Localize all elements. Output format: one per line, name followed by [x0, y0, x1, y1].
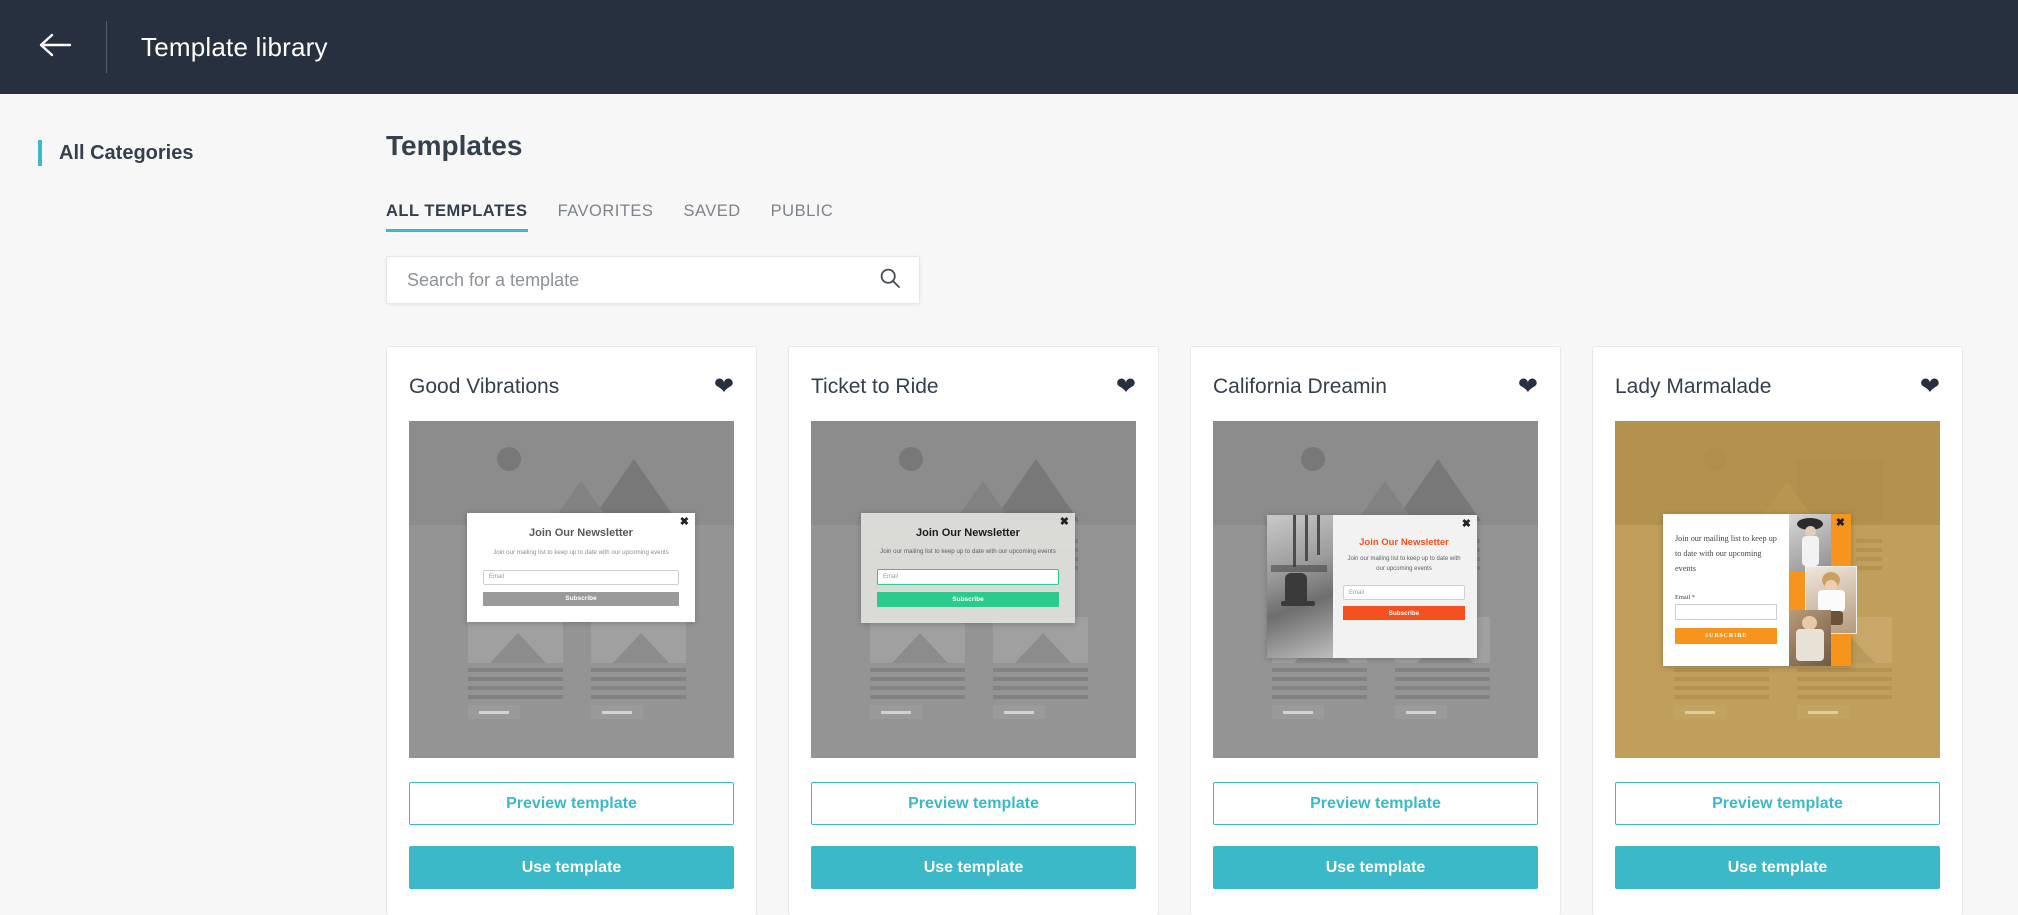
template-thumbnail: ✖ Join Our Newsletter Join our mailing l…	[1213, 421, 1538, 758]
card-title: Lady Marmalade	[1615, 375, 1772, 398]
page-title: Templates	[386, 130, 523, 161]
sidebar-item-all-categories[interactable]: All Categories	[0, 136, 386, 170]
newsletter-popup-preview: ✖ Join Our Newsletter Join our mailing l…	[467, 513, 695, 622]
preview-template-button[interactable]: Preview template	[1213, 782, 1538, 825]
template-card[interactable]: California Dreamin ❤ ✖ Join Our Newslett…	[1190, 346, 1561, 915]
newsletter-popup-preview: ✖ Join Our Newsletter Join our mailing l…	[1267, 515, 1477, 658]
popup-heading: Join Our Newsletter	[529, 527, 633, 539]
template-tabs: ALL TEMPLATES FAVORITES SAVED PUBLIC	[386, 202, 2018, 232]
tab-saved[interactable]: SAVED	[683, 202, 740, 232]
template-thumbnail: ✖ Join Our Newsletter Join our mailing l…	[811, 421, 1136, 758]
template-thumbnail: Join our mailing list to keep up to date…	[1615, 421, 1940, 758]
use-template-button[interactable]: Use template	[1615, 846, 1940, 889]
app-title: Template library	[141, 31, 328, 62]
card-header: California Dreamin ❤	[1213, 365, 1538, 409]
popup-email-placeholder: Email	[883, 573, 899, 580]
popup-email-label: Email *	[1675, 593, 1696, 601]
tab-all-templates[interactable]: ALL TEMPLATES	[386, 202, 528, 232]
card-title: Ticket to Ride	[811, 375, 939, 398]
card-header: Ticket to Ride ❤	[811, 365, 1136, 409]
use-template-button[interactable]: Use template	[409, 846, 734, 889]
skateboarder-photo	[1267, 515, 1333, 658]
popup-heading: Join Our Newsletter	[1359, 537, 1449, 548]
header-divider	[106, 21, 107, 73]
sun-shape	[1300, 447, 1325, 471]
template-thumbnail: ✖ Join Our Newsletter Join our mailing l…	[409, 421, 734, 758]
card-title: California Dreamin	[1213, 375, 1387, 398]
popup-subtext: Join our mailing list to keep up to date…	[1347, 556, 1461, 572]
popup-email-placeholder: Email	[489, 574, 505, 581]
popup-email-placeholder: Email	[1349, 589, 1365, 596]
heart-icon[interactable]: ❤	[1116, 375, 1136, 399]
newsletter-popup-preview: ✖ Join Our Newsletter Join our mailing l…	[861, 513, 1075, 623]
template-card[interactable]: Good Vibrations ❤ ✖ Join Our Newsletter …	[386, 346, 757, 915]
popup-subscribe-button: SUBSCRIBE	[1675, 627, 1777, 644]
close-icon[interactable]: ✖	[680, 517, 689, 528]
main-content: Templates ALL TEMPLATES FAVORITES SAVED …	[386, 94, 2018, 915]
search-box[interactable]	[386, 256, 920, 304]
preview-template-button[interactable]: Preview template	[811, 782, 1136, 825]
preview-template-button[interactable]: Preview template	[409, 782, 734, 825]
preview-template-button[interactable]: Preview template	[1615, 782, 1940, 825]
popup-subscribe-button: Subscribe	[1343, 606, 1465, 621]
arrow-left-icon	[39, 32, 73, 63]
popup-email-field: Email	[1343, 585, 1465, 601]
heart-icon[interactable]: ❤	[1518, 375, 1538, 399]
use-template-button[interactable]: Use template	[811, 846, 1136, 889]
use-template-button[interactable]: Use template	[1213, 846, 1538, 889]
popup-subscribe-button: Subscribe	[483, 591, 679, 606]
sun-shape	[1702, 447, 1727, 471]
popup-subtext: Join our mailing list to keep up to date…	[1675, 534, 1777, 574]
template-card[interactable]: Lady Marmalade ❤ Join our mailing list t…	[1592, 346, 1963, 915]
sidebar-item-label: All Categories	[59, 141, 194, 164]
card-header: Lady Marmalade ❤	[1615, 365, 1940, 409]
search-icon[interactable]	[879, 267, 901, 294]
tab-public[interactable]: PUBLIC	[771, 202, 834, 232]
fashion-photo-coat	[1789, 610, 1831, 666]
popup-email-field: Email	[483, 569, 679, 585]
popup-subtext: Join our mailing list to keep up to date…	[880, 548, 1056, 555]
back-button[interactable]	[28, 19, 84, 75]
popup-subscribe-button: Subscribe	[877, 591, 1059, 607]
template-card-grid: Good Vibrations ❤ ✖ Join Our Newsletter …	[386, 346, 2018, 915]
heart-icon[interactable]: ❤	[1920, 375, 1940, 399]
popup-subtext: Join our mailing list to keep up to date…	[493, 549, 669, 556]
popup-heading: Join Our Newsletter	[916, 527, 1020, 539]
sun-shape	[496, 447, 521, 471]
template-card[interactable]: Ticket to Ride ❤ ✖ Join Our Newsletter J…	[788, 346, 1159, 915]
close-icon[interactable]: ✖	[1836, 518, 1845, 529]
popup-email-field	[1675, 603, 1777, 620]
search-input[interactable]	[407, 269, 879, 291]
category-sidebar: All Categories	[0, 94, 386, 915]
card-title: Good Vibrations	[409, 375, 560, 398]
close-icon[interactable]: ✖	[1462, 519, 1471, 530]
sidebar-selected-indicator	[38, 140, 42, 166]
fashion-photo-hat	[1789, 514, 1831, 572]
popup-email-field: Email	[877, 568, 1059, 585]
app-header: Template library	[0, 0, 2018, 94]
tab-favorites[interactable]: FAVORITES	[558, 202, 654, 232]
heart-icon[interactable]: ❤	[714, 375, 734, 399]
close-icon[interactable]: ✖	[1060, 517, 1069, 528]
sun-shape	[898, 447, 923, 471]
newsletter-popup-preview: Join our mailing list to keep up to date…	[1663, 514, 1857, 666]
popup-photo-rail: ✖	[1789, 514, 1857, 666]
card-header: Good Vibrations ❤	[409, 365, 734, 409]
